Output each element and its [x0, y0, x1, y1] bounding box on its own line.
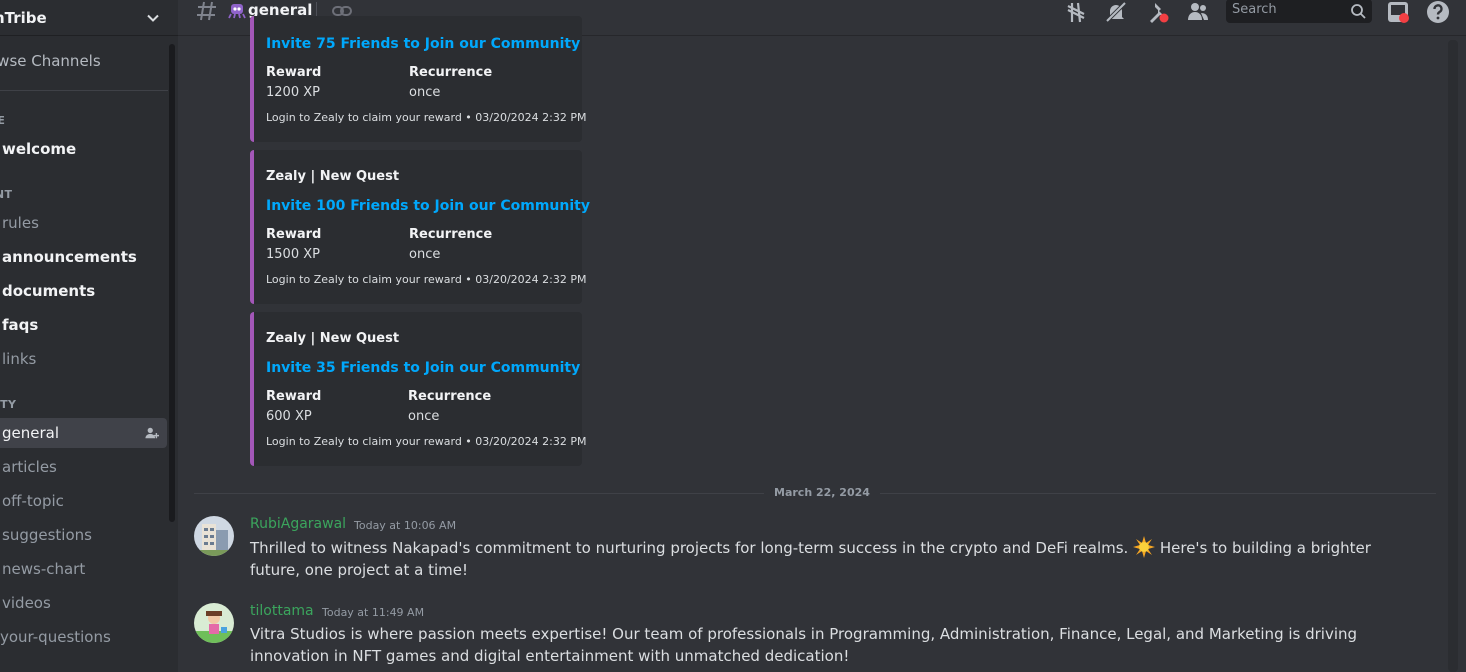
channel-label: links — [2, 350, 37, 368]
embed-provider: Zealy | New Quest — [266, 169, 400, 184]
sidebar-item-documents[interactable]: documents — [0, 276, 167, 306]
avatar[interactable] — [194, 516, 234, 556]
recurrence-label: Recurrence — [409, 227, 493, 242]
message-author[interactable]: RubiAgarawal — [250, 516, 346, 532]
notification-bell-muted-icon[interactable] — [1104, 0, 1128, 24]
sidebar-item-suggestions[interactable]: suggestions — [0, 520, 167, 550]
date-divider-label: March 22, 2024 — [764, 486, 880, 499]
message-content: Vitra Studios is where passion meets exp… — [250, 625, 1358, 665]
building-avatar-icon — [194, 516, 234, 556]
recurrence-value: once — [408, 409, 440, 424]
reward-label: Reward — [266, 227, 322, 242]
message-text: Thrilled to witness Nakapad's commitment… — [250, 539, 1134, 557]
reward-value: 600 XP — [266, 409, 312, 424]
search-icon — [1351, 4, 1366, 19]
channel-sidebar: nTribe owse Channels ME welcome ANT rule… — [0, 0, 178, 672]
sidebar-item-faqs[interactable]: faqs — [0, 310, 167, 340]
channel-label: off-topic — [2, 492, 64, 510]
quest-embed: Invite 75 Friends to Join our Community … — [250, 16, 587, 142]
channel-label: documents — [2, 282, 96, 300]
server-header[interactable]: nTribe — [0, 0, 178, 36]
sidebar-scrollbar[interactable] — [169, 44, 175, 522]
category-label[interactable]: ME — [0, 114, 5, 127]
server-name: nTribe — [0, 8, 47, 27]
reward-value: 1500 XP — [266, 247, 320, 262]
chevron-down-icon — [147, 14, 159, 22]
embed-title-link[interactable]: Invite 75 Friends to Join our Community — [266, 36, 580, 52]
hashtag-icon — [197, 1, 216, 21]
alien-monster-emoji-icon — [228, 4, 246, 19]
threads-icon[interactable] — [1064, 0, 1088, 24]
recurrence-label: Recurrence — [408, 389, 492, 404]
channel-label: rules — [2, 214, 39, 232]
sidebar-item-videos[interactable]: videos — [0, 588, 167, 618]
sidebar-item-announcements[interactable]: announcements — [0, 242, 167, 272]
channel-label: general — [2, 424, 60, 442]
embed-footer: Login to Zealy to claim your reward • 03… — [266, 435, 587, 448]
inbox-icon[interactable] — [1386, 0, 1410, 24]
browse-channels-button[interactable]: owse Channels — [0, 52, 101, 70]
reward-value: 1200 XP — [266, 85, 320, 100]
channel-label: welcome — [2, 140, 77, 158]
character-avatar-icon — [194, 603, 234, 643]
search-input[interactable]: Search — [1226, 0, 1372, 23]
message-timestamp: Today at 11:49 AM — [322, 606, 425, 619]
channel-label: faqs — [2, 316, 39, 334]
sidebar-item-articles[interactable]: articles — [0, 452, 167, 482]
embed-footer: Login to Zealy to claim your reward • 03… — [266, 111, 587, 124]
reward-label: Reward — [266, 389, 322, 404]
pin-icon[interactable] — [1146, 0, 1170, 24]
quest-embed: Zealy | New Quest Invite 35 Friends to J… — [250, 312, 587, 466]
sidebar-divider — [0, 90, 168, 91]
help-icon[interactable] — [1426, 0, 1450, 24]
embed-footer: Login to Zealy to claim your reward • 03… — [266, 273, 587, 286]
recurrence-value: once — [409, 85, 441, 100]
recurrence-value: once — [409, 247, 441, 262]
sidebar-item-links[interactable]: links — [0, 344, 167, 374]
embed-title-link[interactable]: Invite 35 Friends to Join our Community — [266, 360, 580, 376]
channel-label: suggestions — [2, 526, 92, 544]
sidebar-item-news-chart[interactable]: news-chart — [0, 554, 167, 584]
search-placeholder: Search — [1232, 2, 1277, 17]
sidebar-item-general[interactable]: general — [0, 418, 167, 448]
message-timestamp: Today at 10:06 AM — [354, 519, 457, 532]
sidebar-item-your-questions[interactable]: your-questions — [0, 622, 165, 652]
reward-label: Reward — [266, 65, 322, 80]
sun-emoji-icon — [1133, 536, 1156, 558]
embed-provider: Zealy | New Quest — [266, 331, 400, 346]
channel-label: your-questions — [0, 628, 111, 646]
message-scrollbar[interactable] — [1448, 40, 1458, 672]
message-content: Thrilled to witness Nakapad's commitment… — [250, 536, 1400, 581]
member-list-icon[interactable] — [1186, 0, 1210, 24]
sidebar-item-rules[interactable]: rules — [0, 208, 167, 238]
quest-embed: Zealy | New Quest Invite 100 Friends to … — [250, 150, 590, 304]
message-author[interactable]: tilottama — [250, 603, 314, 619]
category-label[interactable]: NITY — [0, 398, 16, 411]
channel-label: articles — [2, 458, 57, 476]
category-label[interactable]: ANT — [0, 188, 12, 201]
add-member-icon[interactable] — [145, 426, 159, 440]
channel-label: videos — [2, 594, 51, 612]
recurrence-label: Recurrence — [409, 65, 493, 80]
channel-label: news-chart — [2, 560, 86, 578]
embed-title-link[interactable]: Invite 100 Friends to Join our Community — [266, 198, 590, 214]
sidebar-item-off-topic[interactable]: off-topic — [0, 486, 167, 516]
sidebar-item-welcome[interactable]: welcome — [0, 134, 167, 164]
channel-label: announcements — [2, 248, 137, 266]
avatar[interactable] — [194, 603, 234, 643]
